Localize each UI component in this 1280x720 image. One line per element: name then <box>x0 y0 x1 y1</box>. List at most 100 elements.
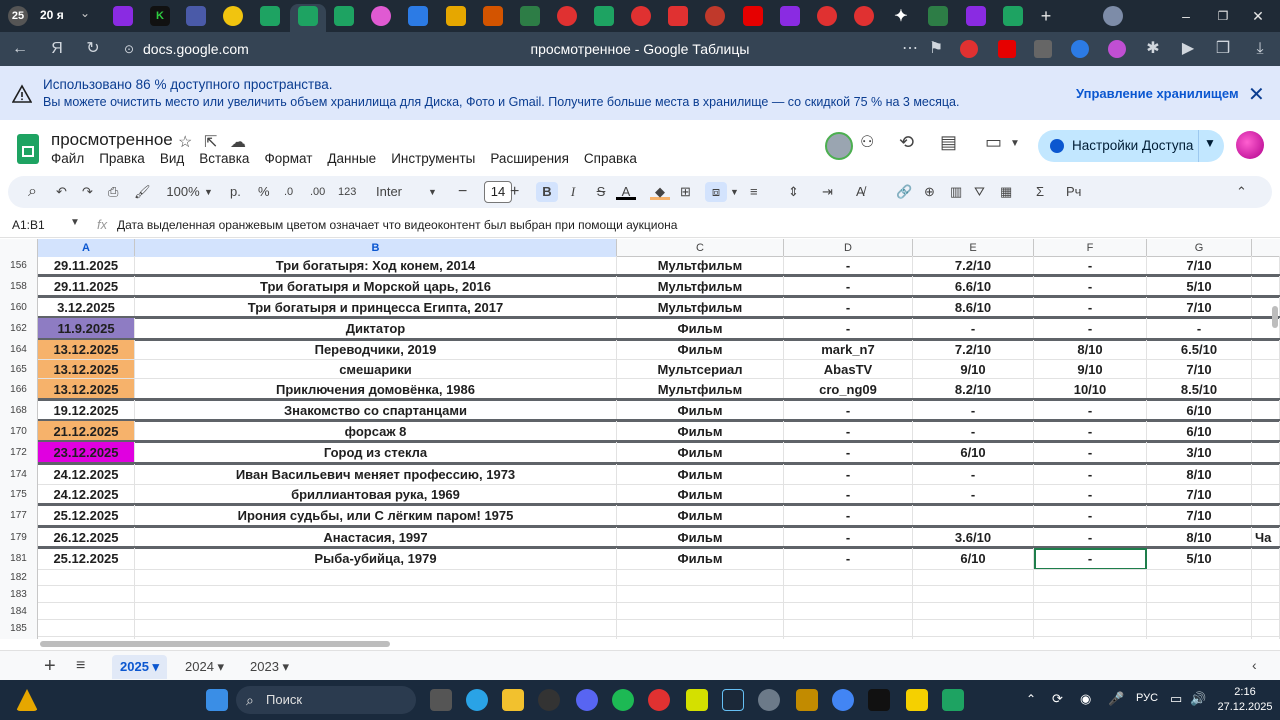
column-header-e[interactable]: E <box>913 239 1034 257</box>
menu-file[interactable]: Файл <box>51 151 84 169</box>
settings-gear-icon[interactable] <box>758 689 780 711</box>
cell-b[interactable]: Ирония судьбы, или С лёгким паром! 1975 <box>135 505 617 527</box>
tab-yandex-icon-4[interactable] <box>854 6 874 26</box>
vertical-align-icon[interactable]: ⇕ <box>788 182 799 202</box>
cell-g[interactable]: 7/10 <box>1147 297 1252 318</box>
column-header-b[interactable]: B <box>135 239 617 257</box>
cell-b[interactable]: Анастасия, 1997 <box>135 527 617 548</box>
cell-g[interactable] <box>1147 586 1252 603</box>
media-icon[interactable]: ▶ <box>1178 39 1198 59</box>
column-header-g[interactable]: G <box>1147 239 1252 257</box>
zoom-caret-icon[interactable]: ▼ <box>204 182 213 202</box>
insert-link-icon[interactable]: 🔗 <box>896 182 912 202</box>
font-caret-icon[interactable]: ▼ <box>428 182 437 202</box>
app-icon-obs[interactable] <box>538 689 560 711</box>
cell-d[interactable]: - <box>784 442 913 464</box>
cell-e[interactable]: 8.6/10 <box>913 297 1034 318</box>
tab-sparkle-icon[interactable]: ✦ <box>891 6 911 26</box>
cell-f[interactable]: - <box>1034 442 1147 464</box>
cell-f[interactable]: - <box>1034 505 1147 527</box>
banner-close-icon[interactable]: ✕ <box>1248 82 1265 107</box>
cell-f[interactable]: 8/10 <box>1034 340 1147 360</box>
back-icon[interactable]: ← <box>10 39 30 59</box>
cell-d[interactable]: AbasTV <box>784 360 913 379</box>
document-title[interactable]: просмотренное <box>51 130 173 150</box>
app-icon-star[interactable] <box>906 689 928 711</box>
cell-g[interactable] <box>1147 570 1252 586</box>
tab-youtube-icon[interactable] <box>743 6 763 26</box>
chrome-icon[interactable] <box>832 689 854 711</box>
tab-twitch-icon[interactable] <box>113 6 133 26</box>
cell-f[interactable]: - <box>1034 464 1147 485</box>
menu-view[interactable]: Вид <box>160 151 184 169</box>
restore-icon[interactable]: ❐ <box>1213 6 1233 26</box>
tab-counter[interactable]: 20 я <box>40 8 64 22</box>
formula-input[interactable]: Дата выделенная оранжевым цветом означае… <box>117 218 677 232</box>
cell-b[interactable]: Рыба-убийца, 1979 <box>135 548 617 570</box>
cell-a[interactable] <box>38 570 135 586</box>
cell-e[interactable]: - <box>913 485 1034 505</box>
tab-icon-25[interactable] <box>1003 6 1023 26</box>
share-button[interactable]: Настройки Доступа ▼ <box>1038 130 1224 162</box>
discord-icon[interactable] <box>576 689 598 711</box>
column-header-a[interactable]: A <box>38 239 135 257</box>
functions-icon[interactable]: Σ <box>1036 182 1044 202</box>
row-number[interactable]: 184 <box>0 603 38 620</box>
italic-icon[interactable]: I <box>564 182 582 202</box>
widgets-icon[interactable] <box>16 689 38 711</box>
tab-icon-17[interactable] <box>705 6 725 26</box>
cell-a[interactable]: 21.12.2025 <box>38 421 135 442</box>
tab-yandex-icon-2[interactable] <box>631 6 651 26</box>
cell-d[interactable]: - <box>784 256 913 276</box>
cell-g[interactable] <box>1147 637 1252 639</box>
site-info-icon[interactable]: ⊙ <box>119 39 139 59</box>
cell-c[interactable]: Фильм <box>617 340 784 360</box>
cell-g[interactable]: 8/10 <box>1147 464 1252 485</box>
cell-c[interactable]: Мультфильм <box>617 256 784 276</box>
task-view-icon[interactable] <box>430 689 452 711</box>
cell-d[interactable]: - <box>784 464 913 485</box>
tab-twitch-icon-2[interactable] <box>780 6 800 26</box>
cell-g[interactable] <box>1147 603 1252 620</box>
taskbar-search[interactable]: ⌕ Поиск <box>236 686 416 714</box>
steam-icon[interactable] <box>722 689 744 711</box>
font-size-decrease-icon[interactable]: − <box>458 182 467 202</box>
file-explorer-icon[interactable] <box>502 689 524 711</box>
cell-e[interactable] <box>913 603 1034 620</box>
cell-f[interactable]: - <box>1034 318 1147 340</box>
cell-f[interactable] <box>1034 570 1147 586</box>
url-text[interactable]: docs.google.com <box>143 41 249 57</box>
cell-c[interactable]: Фильм <box>617 442 784 464</box>
cell-b[interactable] <box>135 586 617 603</box>
cell-g[interactable]: 3/10 <box>1147 442 1252 464</box>
cell-f[interactable]: - <box>1034 548 1147 570</box>
tab-icon-3[interactable] <box>186 6 206 26</box>
menu-tools[interactable]: Инструменты <box>391 151 475 169</box>
cell-h[interactable] <box>1252 340 1280 360</box>
tab-icon-16[interactable] <box>668 6 688 26</box>
row-number[interactable]: 160 <box>0 297 38 318</box>
cell-g[interactable]: 7/10 <box>1147 505 1252 527</box>
cell-e[interactable] <box>913 505 1034 527</box>
move-icon[interactable]: ⇱ <box>204 132 217 152</box>
history-icon[interactable]: ⟲ <box>899 132 914 153</box>
cell-g[interactable]: 7/10 <box>1147 360 1252 379</box>
cell-d[interactable]: - <box>784 276 913 297</box>
menu-edit[interactable]: Правка <box>99 151 145 169</box>
cell-a[interactable]: 3.12.2025 <box>38 297 135 318</box>
cell-h[interactable] <box>1252 256 1280 276</box>
account-avatar[interactable] <box>1236 131 1264 159</box>
manage-storage-link[interactable]: Управление хранилищем <box>1076 86 1239 101</box>
horizontal-align-icon[interactable]: ≡ <box>750 182 758 202</box>
cell-e[interactable]: 9/10 <box>913 360 1034 379</box>
cell-a[interactable]: 29.11.2025 <box>38 276 135 297</box>
cell-a[interactable]: 29.11.2025 <box>38 256 135 276</box>
cell-c[interactable] <box>617 570 784 586</box>
merge-cells-icon[interactable]: ⧈ <box>705 182 727 202</box>
cell-e[interactable]: 7.2/10 <box>913 256 1034 276</box>
cell-f[interactable]: - <box>1034 400 1147 421</box>
cell-c[interactable] <box>617 637 784 639</box>
percent-format-button[interactable]: % <box>258 182 270 202</box>
tab-icon-8[interactable] <box>371 6 391 26</box>
app-icon-green[interactable] <box>612 689 634 711</box>
